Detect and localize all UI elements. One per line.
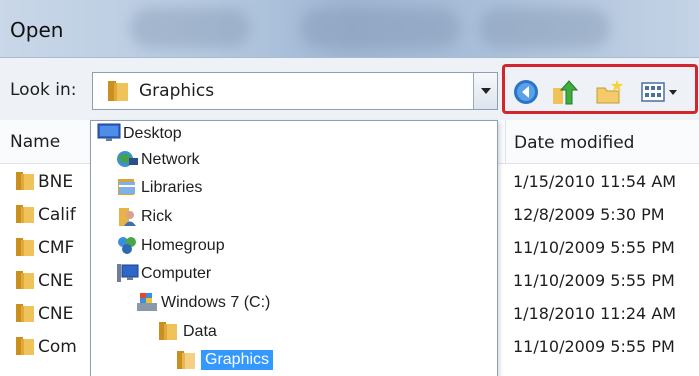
file-name: CMF xyxy=(38,238,75,258)
file-name: BNE xyxy=(38,172,74,192)
dropdown-item-label: Libraries xyxy=(141,179,203,196)
window-title: Open xyxy=(10,18,64,42)
libraries-icon xyxy=(115,176,139,202)
folder-icon xyxy=(14,302,36,328)
computer-icon xyxy=(115,262,139,288)
file-date-modified: 1/18/2010 11:24 AM xyxy=(513,304,677,323)
folder-icon xyxy=(14,269,36,295)
file-date-modified: 11/10/2009 5:55 PM xyxy=(513,271,675,290)
look-in-label: Look in: xyxy=(10,80,77,100)
aero-blur xyxy=(480,8,610,48)
new-folder-icon[interactable] xyxy=(595,78,623,106)
dropdown-item-label: Graphics xyxy=(201,350,274,370)
folder-icon xyxy=(105,79,131,107)
dropdown-item-label: Rick xyxy=(141,208,173,225)
folder-icon xyxy=(14,236,36,262)
network-icon xyxy=(115,148,139,174)
folder-icon xyxy=(14,170,36,196)
look-in-dropdown-list: Desktop Network Libraries Rick Homegroup Comp… xyxy=(90,120,498,376)
name-column-header[interactable]: Name xyxy=(10,132,60,152)
dropdown-item-label: Windows 7 (C:) xyxy=(161,294,271,311)
file-date-modified: 1/15/2010 11:54 AM xyxy=(513,172,677,191)
desktop-icon xyxy=(97,122,121,148)
dropdown-item-label: Homegroup xyxy=(141,237,225,254)
folder-icon xyxy=(14,203,36,229)
dropdown-item-label: Desktop xyxy=(123,125,182,142)
file-date-modified: 11/10/2009 5:55 PM xyxy=(513,238,675,257)
dropdown-item-label: Computer xyxy=(141,265,212,282)
file-name: CNE xyxy=(38,271,74,291)
file-name: Calif xyxy=(38,205,76,225)
dropdown-item-label: Network xyxy=(141,151,200,168)
dropdown-arrow-button[interactable] xyxy=(473,73,497,109)
toolbar: Look in: Graphics xyxy=(0,58,699,120)
look-in-combobox[interactable]: Graphics xyxy=(92,72,498,110)
view-menu-icon[interactable] xyxy=(639,78,687,106)
user-icon xyxy=(115,205,139,231)
date-modified-column-header[interactable]: Date modified xyxy=(505,120,699,164)
file-date-modified: 12/8/2009 5:30 PM xyxy=(513,205,665,224)
drive-icon xyxy=(135,291,159,317)
file-name: Com xyxy=(38,337,77,357)
back-icon[interactable] xyxy=(512,78,540,106)
up-one-level-icon[interactable] xyxy=(550,78,579,106)
aero-blur xyxy=(130,8,250,48)
folder-icon xyxy=(14,335,36,361)
homegroup-icon xyxy=(115,234,139,260)
aero-blur xyxy=(300,8,460,48)
folder-icon xyxy=(157,320,179,346)
title-bar: Open xyxy=(0,0,699,58)
file-date-modified: 11/10/2009 5:55 PM xyxy=(513,337,675,356)
folder-open-icon xyxy=(175,349,197,375)
navigation-buttons-group xyxy=(502,64,698,114)
dropdown-item-label: Data xyxy=(183,323,217,340)
look-in-value: Graphics xyxy=(139,81,215,101)
file-name: CNE xyxy=(38,304,74,324)
